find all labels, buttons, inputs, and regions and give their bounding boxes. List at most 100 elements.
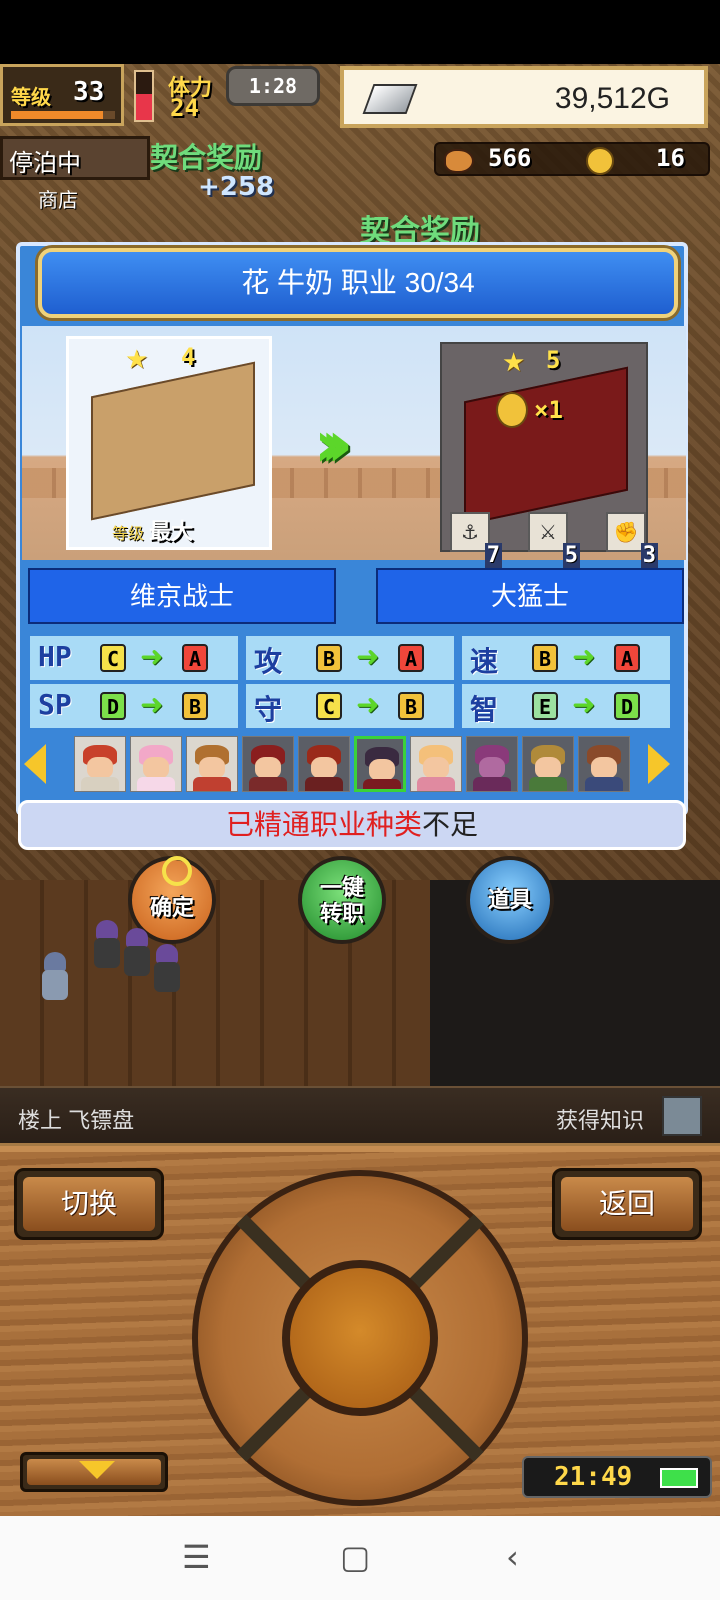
coin-multiplier: ×1	[496, 392, 563, 428]
game-clock: 21:49	[522, 1456, 712, 1498]
grade-before: B	[532, 644, 558, 672]
job-portrait[interactable]	[466, 736, 518, 792]
switch-button[interactable]: 切换	[14, 1168, 164, 1240]
room-illustration	[464, 366, 628, 526]
stamina-timer: 1:28	[226, 66, 320, 106]
crew-character	[92, 920, 120, 970]
warning-message-text: 不足	[422, 809, 479, 840]
items-button[interactable]: 道具	[466, 856, 554, 944]
grade-after: B	[182, 692, 208, 720]
warning-message-highlight: 已精通职业种类	[225, 809, 422, 840]
job-portrait[interactable]	[242, 736, 294, 792]
back-icon[interactable]: ‹	[506, 1538, 519, 1576]
stat-defense: 守 C ➜ B	[246, 684, 454, 728]
location-text: 楼上 飞镖盘	[18, 1108, 135, 1133]
food-icon	[444, 149, 474, 173]
docked-status: 停泊中	[0, 136, 150, 180]
grade-before: E	[532, 692, 558, 720]
level-progress-bar	[11, 111, 115, 119]
grade-after: D	[614, 692, 640, 720]
confirm-label: 确定	[149, 896, 194, 921]
arrow-right-icon: ➜	[356, 688, 380, 721]
job-portrait[interactable]	[74, 736, 126, 792]
skill-sword: ⚔ 5	[528, 512, 580, 568]
grade-after: A	[182, 644, 208, 672]
dpad-center-button[interactable]	[282, 1260, 438, 1416]
job-portrait-selected[interactable]	[354, 736, 406, 792]
knight-character	[40, 952, 68, 1002]
stamina-gauge	[134, 70, 154, 122]
room-illustration	[91, 361, 255, 521]
food-count: 566	[488, 144, 532, 172]
skill-fist: ✊ 3	[606, 512, 658, 568]
grade-after: A	[398, 644, 424, 672]
target-job-name: 大猛士	[376, 568, 684, 624]
back-label: 返回	[561, 1177, 693, 1231]
skill-value: 3	[640, 543, 658, 568]
grade-after: A	[614, 644, 640, 672]
back-button[interactable]: 返回	[552, 1168, 702, 1240]
job-portrait[interactable]	[522, 736, 574, 792]
target-stars: 5	[546, 346, 561, 374]
previous-arrow-icon[interactable]	[24, 744, 46, 784]
clock-time: 21:49	[554, 1462, 633, 1492]
job-portrait[interactable]	[130, 736, 182, 792]
stat-comparison-grid: HP C ➜ A 攻 B ➜ A 速 B ➜ A SP D ➜ B 守 C ➜ …	[30, 636, 672, 730]
job-portrait[interactable]	[410, 736, 462, 792]
current-stars: 4	[181, 343, 196, 371]
upgrade-arrows-icon: ›››	[314, 408, 353, 482]
current-job-name: 维京战士	[28, 568, 336, 624]
level-label: 等级	[11, 85, 51, 109]
gold-bar-icon	[362, 84, 418, 114]
gain-knowledge-text: 获得知识	[556, 1108, 645, 1133]
skill-value: 5	[562, 543, 580, 568]
one-key-label-1: 一键	[319, 876, 364, 901]
circle-icon	[162, 856, 192, 886]
job-portrait[interactable]	[578, 736, 630, 792]
battery-icon	[660, 1468, 698, 1488]
items-label: 道具	[487, 888, 532, 913]
medal-icon	[586, 147, 614, 175]
arrow-right-icon: ➜	[572, 688, 596, 721]
system-nav-bar: ☰ ▢ ‹	[0, 1516, 720, 1600]
arrow-right-icon: ➜	[140, 640, 164, 673]
chevron-down-icon	[79, 1461, 115, 1479]
job-portrait[interactable]	[298, 736, 350, 792]
job-portrait[interactable]	[186, 736, 238, 792]
dart-board-icon	[662, 1096, 702, 1136]
home-icon[interactable]: ▢	[340, 1538, 370, 1576]
stat-speed: 速 B ➜ A	[462, 636, 670, 680]
stat-label: 守	[254, 693, 283, 726]
next-arrow-icon[interactable]	[648, 744, 670, 784]
gold-amount: 39,512G	[554, 82, 670, 115]
crew-character	[152, 944, 180, 994]
current-level-tag: 等级 最大	[112, 514, 193, 546]
fist-icon: ✊	[613, 520, 639, 544]
player-level-panel: 等级 33	[0, 64, 124, 126]
star-icon: ★	[125, 345, 149, 375]
stat-label: 速	[470, 645, 499, 678]
skill-anchor: ⚓ 7	[450, 512, 502, 568]
resource-panel: 566 16	[434, 142, 710, 176]
anchor-icon: ⚓	[461, 520, 479, 544]
grade-before: B	[316, 644, 342, 672]
bond-bonus-popup: +258	[198, 172, 275, 202]
skill-value: 7	[484, 543, 502, 568]
level-label: 等级	[112, 524, 145, 543]
star-icon: ★	[502, 348, 526, 378]
stamina-value: 24	[170, 94, 199, 122]
level-max: 最大	[149, 520, 194, 545]
shop-sign: 商店	[38, 188, 78, 212]
arrow-right-icon: ➜	[572, 640, 596, 673]
grade-after: B	[398, 692, 424, 720]
stat-label: SP	[38, 688, 72, 721]
stat-sp: SP D ➜ B	[30, 684, 238, 728]
stat-attack: 攻 B ➜ A	[246, 636, 454, 680]
stat-label: 攻	[254, 645, 283, 678]
menu-icon[interactable]: ☰	[182, 1538, 211, 1576]
one-key-job-change-button[interactable]: 一键 转职	[298, 856, 386, 944]
bond-reward-label: 契合奖励	[150, 141, 263, 174]
menu-down-button[interactable]	[20, 1452, 168, 1492]
stat-label: 智	[470, 693, 499, 726]
grade-before: C	[100, 644, 126, 672]
